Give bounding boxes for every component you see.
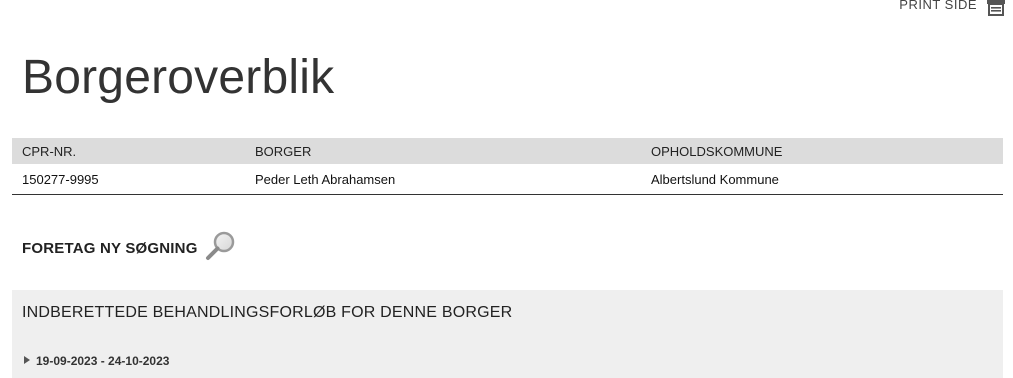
search-icon[interactable]: [204, 230, 238, 267]
printer-icon: [985, 0, 1007, 23]
page-title: Borgeroverblik: [22, 51, 335, 104]
table-header-row: CPR-NR. BORGER OPHOLDSKOMMUNE: [12, 138, 1003, 164]
column-header-cpr: CPR-NR.: [12, 138, 245, 164]
panel-title: INDBERETTEDE BEHANDLINGSFORLØB FOR DENNE…: [22, 304, 513, 321]
column-header-borger: BORGER: [245, 138, 641, 164]
borger-cell: Peder Leth Abrahamsen: [245, 164, 641, 195]
opholdskommune-cell: Albertslund Kommune: [641, 164, 1003, 195]
print-page-label: PRINT SIDE: [899, 0, 977, 12]
table-row: 150277-9995 Peder Leth Abrahamsen Albert…: [12, 164, 1003, 195]
cpr-cell: 150277-9995: [12, 164, 245, 195]
treatment-courses-panel: INDBERETTEDE BEHANDLINGSFORLØB FOR DENNE…: [12, 290, 1003, 378]
triangle-right-icon: [22, 352, 32, 370]
new-search-label: FORETAG NY SØGNING: [22, 240, 198, 257]
citizen-table: CPR-NR. BORGER OPHOLDSKOMMUNE 150277-999…: [12, 138, 1003, 195]
treatment-course-date-range: 19-09-2023 - 24-10-2023: [36, 354, 170, 368]
print-page-link[interactable]: PRINT SIDE: [899, 0, 1007, 24]
treatment-course-item[interactable]: 19-09-2023 - 24-10-2023: [22, 352, 169, 370]
column-header-opholdskommune: OPHOLDSKOMMUNE: [641, 138, 1003, 164]
new-search-link[interactable]: FORETAG NY SØGNING: [22, 230, 238, 267]
